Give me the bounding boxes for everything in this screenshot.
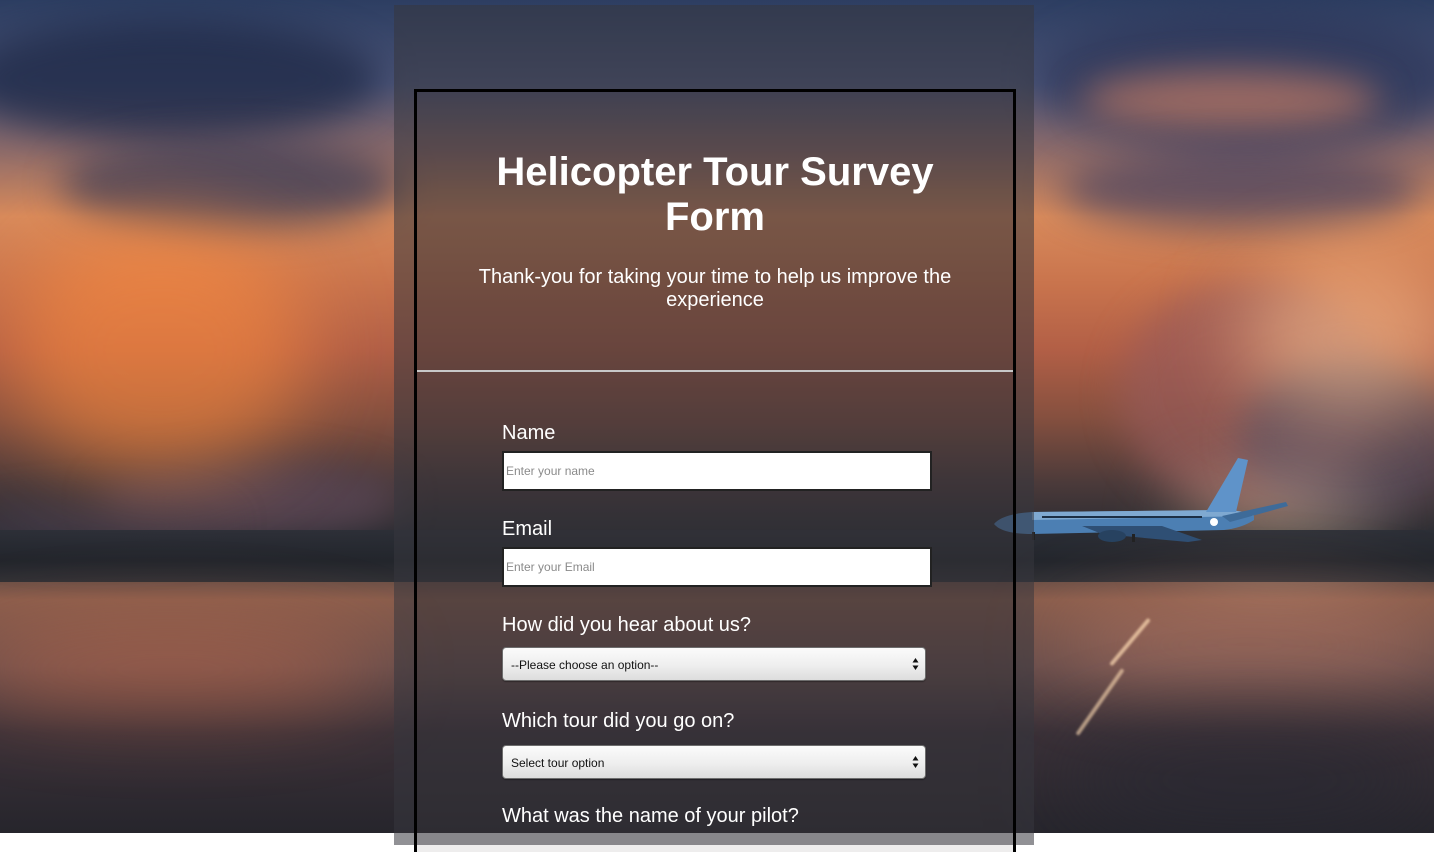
hear-about-select[interactable]: --Please choose an option-- xyxy=(502,647,926,681)
tour-selected-value: Select tour option xyxy=(511,756,605,770)
name-label: Name xyxy=(502,422,556,444)
pilot-label: What was the name of your pilot? xyxy=(502,805,799,827)
page-title: Helicopter Tour Survey Form xyxy=(496,150,934,239)
divider xyxy=(417,370,1013,372)
select-arrows-icon xyxy=(912,756,919,768)
cloud-shape xyxy=(60,140,400,230)
email-input[interactable] xyxy=(502,547,932,587)
cloud-shape xyxy=(0,20,380,140)
airplane-image xyxy=(994,458,1288,542)
tour-label: Which tour did you go on? xyxy=(502,710,735,732)
form-description: Thank-you for taking your time to help u… xyxy=(478,266,952,311)
name-input[interactable] xyxy=(502,451,932,491)
select-arrows-icon xyxy=(912,658,919,670)
cloud-shape xyxy=(1080,70,1380,130)
hear-about-selected-value: --Please choose an option-- xyxy=(511,658,659,672)
sunset-glow xyxy=(10,220,310,480)
survey-form: Helicopter Tour Survey Form Thank-you fo… xyxy=(414,89,1016,852)
water-reflection xyxy=(0,630,380,710)
cloud-shape xyxy=(1060,150,1420,230)
email-label: Email xyxy=(502,518,553,540)
hear-about-label: How did you hear about us? xyxy=(502,614,752,636)
runway-light xyxy=(1075,668,1125,736)
water-reflection xyxy=(1060,720,1434,833)
tour-select[interactable]: Select tour option xyxy=(502,745,926,779)
